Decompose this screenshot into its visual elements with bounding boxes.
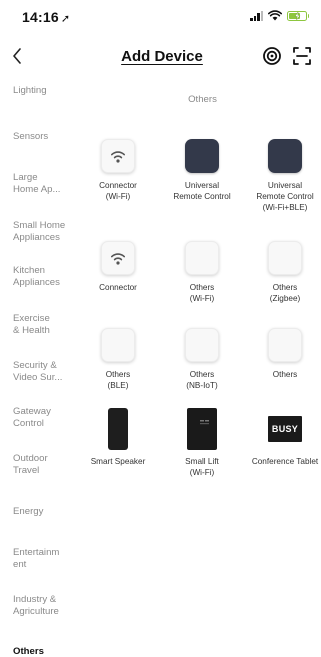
sidebar-item-others[interactable]: Others xyxy=(13,646,81,657)
device-small-lift[interactable]: Small Lift (Wi-Fi) xyxy=(162,408,242,478)
device-universal-remote[interactable]: Universal Remote Control xyxy=(162,139,242,202)
title-wrap: Add Device xyxy=(100,36,224,76)
status-time: 14:16 ➚ xyxy=(22,9,70,25)
device-universal-remote-wifi-ble[interactable]: Universal Remote Control (Wi-Fi+BLE) xyxy=(245,139,321,213)
target-scan-icon xyxy=(263,47,281,65)
cellular-signal-icon xyxy=(250,10,263,21)
device-label: Conference Tablet xyxy=(251,457,319,466)
device-others-ble[interactable]: Others (BLE) xyxy=(78,328,158,391)
sidebar-item-exercise-health[interactable]: Exercise & Health xyxy=(13,313,81,336)
sidebar-item-label: Gateway Control xyxy=(13,406,51,429)
qr-scan-button[interactable] xyxy=(292,46,312,66)
sidebar-item-label: Others xyxy=(13,646,44,657)
sidebar-item-industry-agriculture[interactable]: Industry & Agriculture xyxy=(13,594,81,617)
location-arrow-icon: ➚ xyxy=(60,13,71,25)
device-label: Others (BLE) xyxy=(105,370,131,390)
sidebar-item-label: Small Home Appliances xyxy=(13,220,66,243)
sidebar-item-label: Kitchen Appliances xyxy=(13,265,60,288)
scan-device-button[interactable] xyxy=(262,46,282,66)
device-label: Others (Wi-Fi) xyxy=(189,283,215,303)
sidebar-item-lighting[interactable]: Lighting xyxy=(13,85,81,97)
wifi-status-icon xyxy=(268,10,282,21)
battery-icon xyxy=(287,10,309,21)
device-smart-speaker[interactable]: Smart Speaker xyxy=(78,408,158,467)
category-sidebar: Lighting Sensors Large Home Ap... Small … xyxy=(0,76,84,657)
device-label: Universal Remote Control xyxy=(173,181,231,201)
lift-icon xyxy=(185,408,219,450)
blank-device-icon xyxy=(101,328,135,362)
blank-device-icon xyxy=(268,241,302,275)
sidebar-item-label: Energy xyxy=(13,506,44,517)
blank-device-icon xyxy=(185,241,219,275)
remote-icon xyxy=(185,139,219,173)
device-connector[interactable]: Connector xyxy=(78,241,158,293)
device-label: Connector (Wi-Fi) xyxy=(99,181,137,201)
sidebar-item-label: Lighting xyxy=(13,85,47,96)
device-label: Others (NB-IoT) xyxy=(186,370,218,390)
speaker-icon xyxy=(101,408,135,450)
device-connector-wifi[interactable]: Connector (Wi-Fi) xyxy=(78,139,158,202)
sidebar-item-label: Sensors xyxy=(13,131,49,142)
device-others-zigbee[interactable]: Others (Zigbee) xyxy=(245,241,321,304)
page-title: Add Device xyxy=(121,48,203,65)
nav-bar: Add Device xyxy=(0,36,321,76)
device-conference-tablet[interactable]: BUSY Conference Tablet xyxy=(245,408,321,467)
chevron-left-icon xyxy=(13,48,21,64)
sidebar-item-large-home-appliances[interactable]: Large Home Ap... xyxy=(13,172,81,195)
busy-badge: BUSY xyxy=(268,416,302,442)
sidebar-item-small-home-appliances[interactable]: Small Home Appliances xyxy=(13,220,81,243)
status-icons xyxy=(250,10,309,21)
status-bar: 14:16 ➚ xyxy=(0,0,321,34)
section-title: Others xyxy=(188,94,217,105)
status-time-text: 14:16 xyxy=(22,9,59,25)
sidebar-item-label: Exercise & Health xyxy=(13,313,50,336)
sidebar-item-entertainment[interactable]: Entertainm ent xyxy=(13,547,81,570)
device-others-wifi[interactable]: Others (Wi-Fi) xyxy=(162,241,242,304)
sidebar-item-energy[interactable]: Energy xyxy=(13,506,81,518)
sidebar-item-kitchen-appliances[interactable]: Kitchen Appliances xyxy=(13,265,81,288)
sidebar-item-label: Industry & Agriculture xyxy=(13,594,59,617)
sidebar-item-label: Large Home Ap... xyxy=(13,172,61,195)
sidebar-item-outdoor-travel[interactable]: Outdoor Travel xyxy=(13,453,81,476)
device-label: Universal Remote Control (Wi-Fi+BLE) xyxy=(256,181,314,212)
sidebar-item-gateway-control[interactable]: Gateway Control xyxy=(13,406,81,429)
device-label: Small Lift (Wi-Fi) xyxy=(185,457,219,477)
device-grid: Others Connector (Wi-Fi) Universal Remot… xyxy=(84,76,321,657)
sidebar-item-label: Security & Video Sur... xyxy=(13,360,63,383)
sidebar-item-security-video[interactable]: Security & Video Sur... xyxy=(13,360,81,383)
blank-device-icon xyxy=(268,328,302,362)
device-others[interactable]: Others xyxy=(245,328,321,380)
blank-device-icon xyxy=(185,328,219,362)
device-others-nb-iot[interactable]: Others (NB-IoT) xyxy=(162,328,242,391)
device-label: Others (Zigbee) xyxy=(269,283,301,303)
busy-tablet-icon: BUSY xyxy=(268,408,302,450)
device-label: Connector xyxy=(99,283,137,292)
qr-scan-icon xyxy=(293,47,311,65)
back-button[interactable] xyxy=(6,44,28,68)
wifi-icon xyxy=(101,241,135,275)
device-label: Smart Speaker xyxy=(90,457,146,466)
sidebar-item-label: Entertainm ent xyxy=(13,547,60,570)
wifi-icon xyxy=(101,139,135,173)
device-label: Others xyxy=(272,370,298,379)
sidebar-item-sensors[interactable]: Sensors xyxy=(13,131,81,143)
sidebar-item-label: Outdoor Travel xyxy=(13,453,48,476)
remote-icon xyxy=(268,139,302,173)
